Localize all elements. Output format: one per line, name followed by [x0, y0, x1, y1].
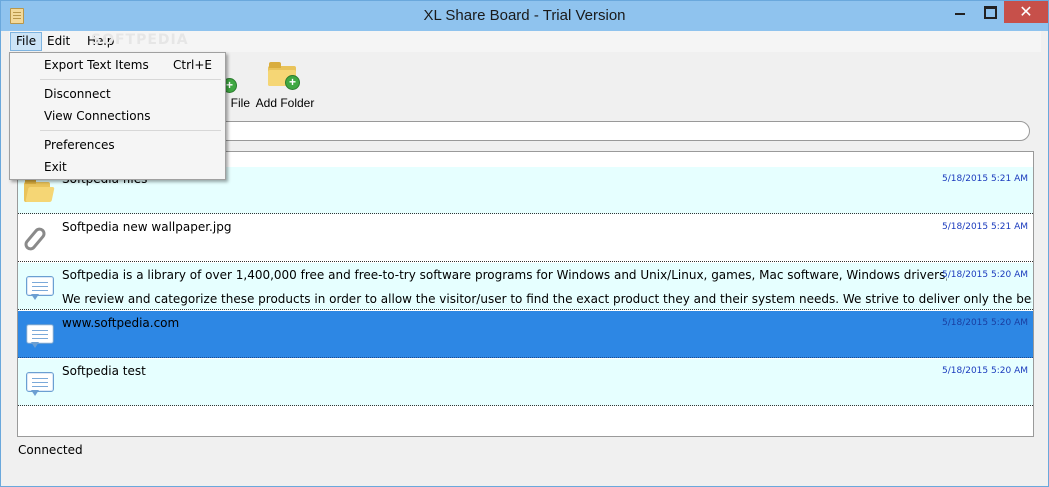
- paperclip-icon: [22, 225, 53, 253]
- item-text: www.softpedia.com: [62, 316, 180, 330]
- add-folder-label: Add Folder: [255, 96, 315, 110]
- item-text: Softpedia new wallpaper.jpg: [62, 220, 232, 234]
- item-text: Softpedia test: [62, 364, 146, 378]
- item-text-line2: We review and categorize these products …: [62, 292, 1032, 306]
- message-icon: [23, 370, 54, 396]
- minimize-button[interactable]: [946, 1, 974, 23]
- menu-edit[interactable]: Edit: [42, 33, 75, 50]
- title-bar[interactable]: XL Share Board - Trial Version ✕: [1, 1, 1048, 31]
- menu-exit[interactable]: Exit: [44, 160, 67, 174]
- menu-file[interactable]: File: [10, 32, 43, 51]
- maximize-button[interactable]: [976, 1, 1004, 23]
- item-text: Softpedia is a library of over 1,400,000…: [62, 268, 947, 282]
- folder-icon: [23, 178, 55, 204]
- watermark: SOFTPEDIA: [91, 32, 189, 48]
- status-text: Connected: [18, 443, 83, 457]
- item-timestamp: 5/18/2015 5:20 AM: [941, 366, 1028, 376]
- message-icon: [23, 274, 54, 300]
- list-item[interactable]: Softpedia is a library of over 1,400,000…: [18, 263, 1033, 310]
- message-icon: [23, 322, 54, 348]
- item-timestamp: 5/18/2015 5:21 AM: [941, 222, 1028, 232]
- share-list[interactable]: Softpedia files 5/18/2015 5:21 AM Softpe…: [17, 151, 1034, 437]
- close-icon: ✕: [1019, 2, 1033, 21]
- maximize-icon: [984, 6, 997, 19]
- app-window: XL Share Board - Trial Version ✕ File Ed…: [0, 0, 1049, 487]
- add-plus-icon: +: [285, 75, 300, 90]
- minimize-icon: [955, 13, 965, 15]
- menu-disconnect[interactable]: Disconnect: [44, 87, 111, 101]
- file-menu-dropdown: Export Text Items Ctrl+E Disconnect View…: [9, 52, 226, 180]
- menu-separator: [40, 130, 221, 131]
- list-item[interactable]: Softpedia test 5/18/2015 5:20 AM: [18, 359, 1033, 406]
- menu-shortcut: Ctrl+E: [173, 58, 212, 72]
- list-item-selected[interactable]: www.softpedia.com 5/18/2015 5:20 AM: [18, 311, 1033, 358]
- close-button[interactable]: ✕: [1004, 1, 1048, 23]
- folder-icon: +: [268, 62, 300, 90]
- menu-separator: [40, 79, 221, 80]
- window-title: XL Share Board - Trial Version: [423, 7, 626, 24]
- menu-preferences[interactable]: Preferences: [44, 138, 115, 152]
- menu-export-text-items[interactable]: Export Text Items: [44, 58, 149, 72]
- menu-view-connections[interactable]: View Connections: [44, 109, 150, 123]
- item-timestamp: 5/18/2015 5:20 AM: [941, 270, 1028, 280]
- item-timestamp: 5/18/2015 5:20 AM: [941, 318, 1028, 328]
- item-timestamp: 5/18/2015 5:21 AM: [941, 174, 1028, 184]
- add-folder-button[interactable]: + Add Folder: [254, 60, 316, 110]
- list-item[interactable]: Softpedia new wallpaper.jpg 5/18/2015 5:…: [18, 215, 1033, 262]
